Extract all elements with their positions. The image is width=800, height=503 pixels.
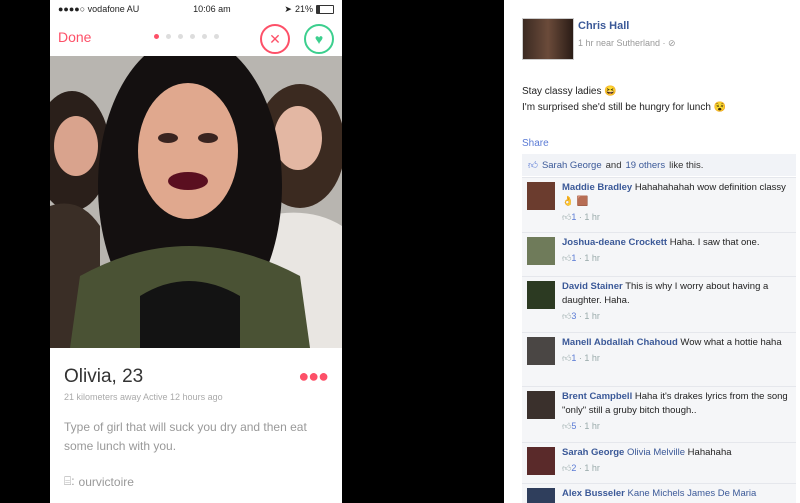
comment-time: 1 hr [584,212,600,222]
status-bar: ●●●●○ vodafone AU 10:06 am ➤ 21% [50,0,342,18]
profile-meta: 21 kilometers away Active 12 hours ago [64,392,223,402]
post-text-line: Stay classy ladies 😆 [522,86,617,97]
comment-time: 1 hr [584,353,600,363]
post-author[interactable]: Chris Hall [578,20,629,32]
pager-dot[interactable] [154,34,159,39]
comment-time: 1 hr [584,421,600,431]
comment-item: Alex Busseler Kane Michels James De Mari… [522,483,796,503]
comment-text: Hahahaha [687,447,732,458]
more-options-button[interactable]: ●●● [298,366,329,387]
post-avatar[interactable] [522,18,574,60]
tinder-screenshot: ●●●●○ vodafone AU 10:06 am ➤ 21% Done ✕ … [50,0,342,503]
comment-like-count[interactable]: 1 [571,353,576,363]
pager-dot[interactable] [190,34,195,39]
post-text-line: I'm surprised she'd still be hungry for … [522,102,727,113]
profile-info: Olivia, 23 ●●● 21 kilometers away Active… [50,350,342,503]
comment-like-count[interactable]: 5 [571,421,576,431]
comment-like-count[interactable]: 2 [571,463,576,473]
comment-item: Sarah George Olivia Melville Hahahaha 👍︎… [522,442,796,483]
comment-author[interactable]: Joshua-deane Crockett [562,237,667,248]
comment-tag[interactable]: Kane Michels James De Maria [627,488,756,499]
comment-time: 1 hr [584,253,600,263]
comment-time: 1 hr [584,311,600,321]
tinder-topbar: Done ✕ ♥ [50,18,342,56]
avatar[interactable] [527,447,555,475]
comment-time: 1 hr [584,463,600,473]
thumbs-up-icon: 👍︎ [528,160,538,171]
heart-icon: ♥ [314,31,324,47]
photo-pager [154,34,219,39]
avatar[interactable] [527,488,555,503]
comment-item: Manell Abdallah Chahoud Wow what a hotti… [522,332,796,386]
instagram-handle: ourvictoire [78,474,134,489]
comment-like-count[interactable]: 1 [571,253,576,263]
others-link[interactable]: 19 others [625,160,665,171]
thumbs-up-icon: 👍︎ [562,311,572,321]
post-text: Stay classy ladies 😆 I'm surprised she'd… [522,84,726,116]
liker-link[interactable]: Sarah George [542,160,602,171]
thumbs-up-icon: 👍︎ [562,463,572,473]
pager-dot[interactable] [178,34,183,39]
avatar[interactable] [527,337,555,365]
profile-bio: Type of girl that will suck you dry and … [64,420,307,453]
comment-item: David Stainer This is why I worry about … [522,276,796,332]
comment-item: Brent Campbell Haha it's drakes lyrics f… [522,386,796,442]
battery-icon [315,4,334,14]
thumbs-up-icon: 👍︎ [562,421,572,431]
pager-dot[interactable] [214,34,219,39]
comment-author[interactable]: David Stainer [562,281,623,292]
comment-like-count[interactable]: 3 [571,311,576,321]
likes-suffix: like this. [669,159,704,171]
pager-dot[interactable] [166,34,171,39]
comment-author[interactable]: Brent Campbell [562,391,632,402]
thumbs-up-icon: 👍︎ [562,212,572,222]
comment-author[interactable]: Manell Abdallah Chahoud [562,337,678,348]
comment-list: Maddie Bradley Hahahahahah wow definitio… [522,177,796,503]
profile-name: Olivia, 23 [64,366,144,387]
thumbs-up-icon: 👍︎ [562,353,572,363]
comment-item: Maddie Bradley Hahahahahah wow definitio… [522,177,796,232]
location-icon: ➤ [284,3,292,14]
profile-photo[interactable] [50,56,342,348]
avatar[interactable] [527,182,555,210]
instagram-icon: ⌸: [64,474,75,488]
like-button[interactable]: ♥ [304,24,334,54]
done-button[interactable]: Done [58,29,91,45]
carrier-label: ●●●●○ vodafone AU [58,4,140,14]
avatar[interactable] [527,281,555,309]
battery-percent: 21% [294,4,313,14]
comment-author[interactable]: Maddie Bradley [562,182,632,193]
comment-text: Haha. I saw that one. [669,237,760,248]
close-icon: ✕ [269,30,281,47]
facebook-post: Chris Hall 1 hr near Sutherland · ⊘ Stay… [504,0,800,503]
comment-author[interactable]: Alex Busseler [562,488,625,499]
likes-and: and [605,159,622,171]
avatar[interactable] [527,391,555,419]
avatar[interactable] [527,237,555,265]
thumbs-up-icon: 👍︎ [562,253,572,263]
share-link[interactable]: Share [522,138,549,149]
time-label: 10:06 am [193,4,231,14]
comment-text: Wow what a hottie haha [680,337,782,348]
avatar [522,18,574,60]
comment-tag[interactable]: Olivia Melville [627,447,685,458]
pager-dot[interactable] [202,34,207,39]
comment-author[interactable]: Sarah George [562,447,624,458]
nope-button[interactable]: ✕ [260,24,290,54]
instagram-link[interactable]: ⌸: ourvictoire [64,474,134,489]
comment-like-count[interactable]: 1 [571,212,576,222]
post-meta: 1 hr near Sutherland · ⊘ [578,38,676,48]
likes-bar: 👍︎ Sarah George and 19 others like this. [522,154,796,176]
comment-item: Joshua-deane Crockett Haha. I saw that o… [522,232,796,276]
